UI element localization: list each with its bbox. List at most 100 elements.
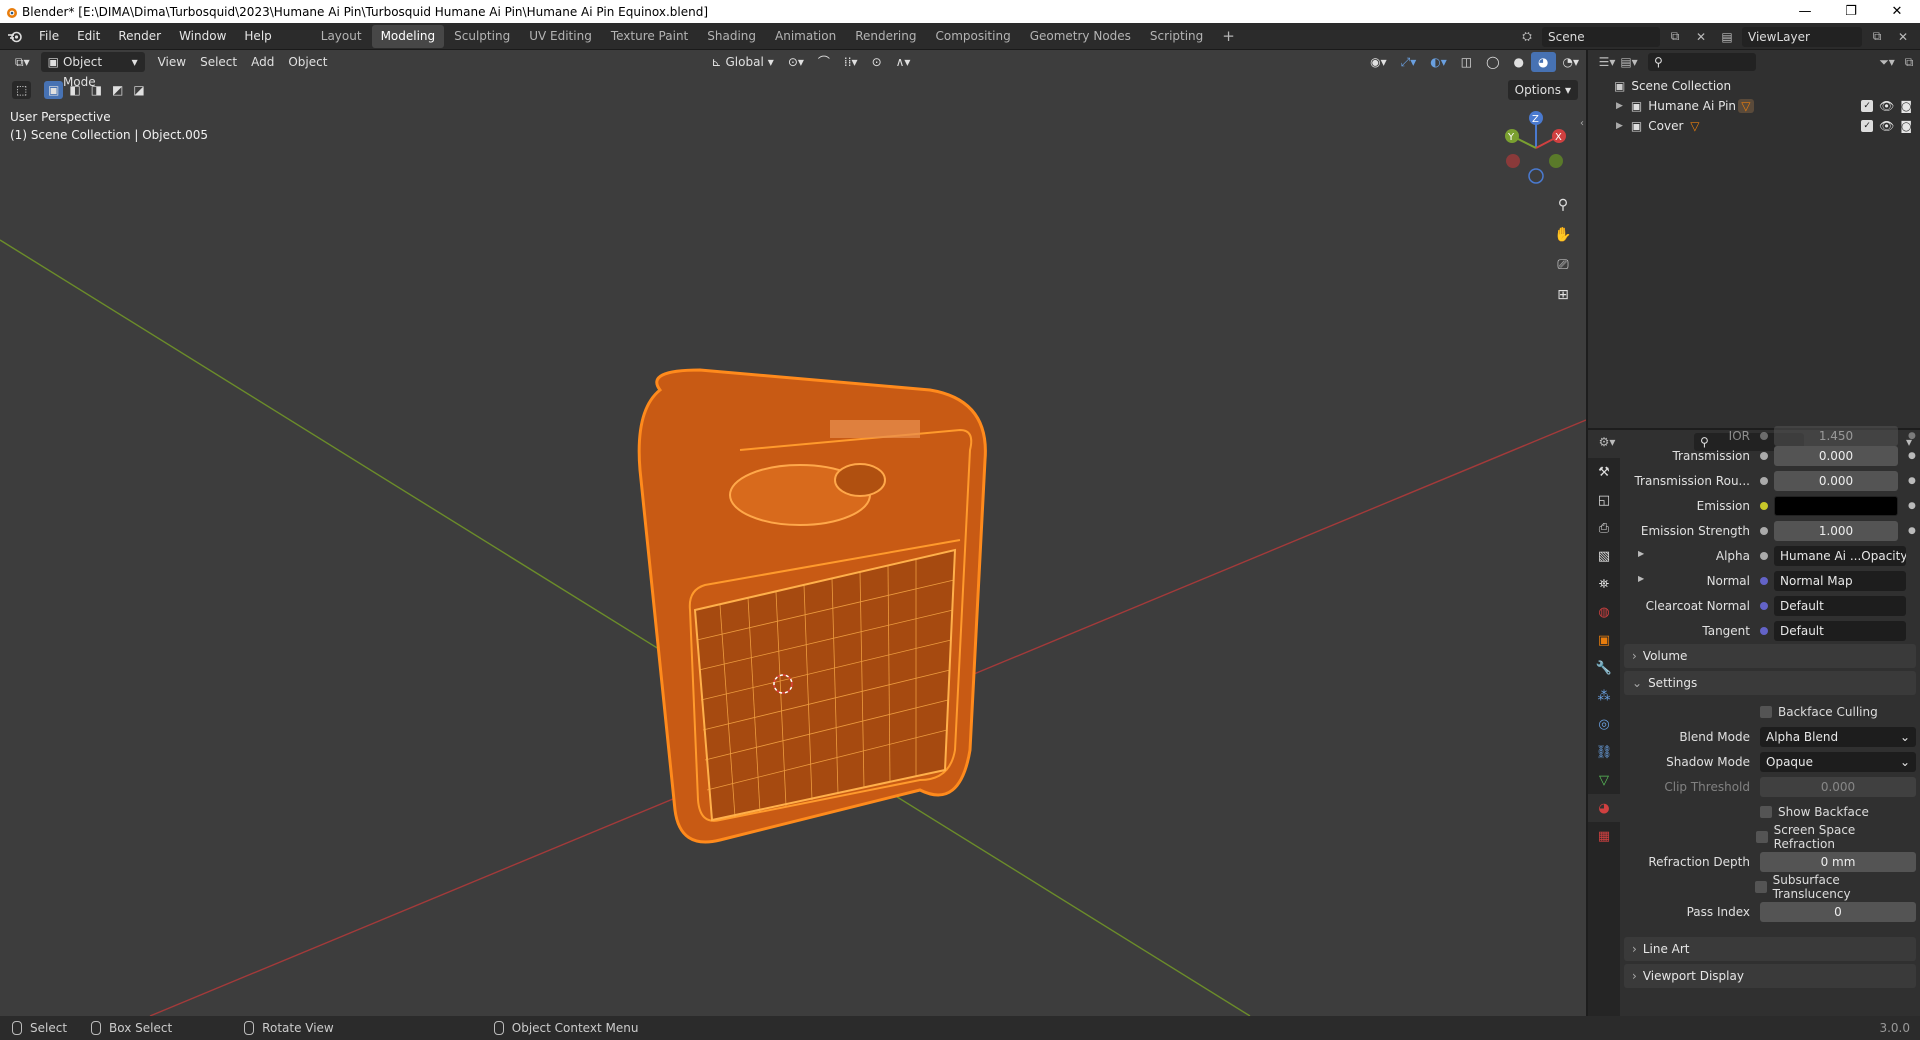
keyframe-dot-icon[interactable]: ● xyxy=(1908,476,1916,486)
modifier-tab-icon[interactable]: 🔧 xyxy=(1588,654,1620,682)
clip-threshold-field[interactable]: 0.000 xyxy=(1760,777,1916,797)
scene-tab-icon[interactable]: ⛯ xyxy=(1588,570,1620,598)
tangent-field[interactable]: Default xyxy=(1774,621,1906,641)
navigation-gizmo[interactable]: Z Y X xyxy=(1496,108,1576,188)
menu-edit[interactable]: Edit xyxy=(68,23,109,50)
normal-link-field[interactable]: Normal Map xyxy=(1774,571,1906,591)
world-tab-icon[interactable]: ◍ xyxy=(1588,598,1620,626)
particles-tab-icon[interactable]: ⁂ xyxy=(1588,682,1620,710)
camera-render-icon[interactable]: ◙ xyxy=(1900,99,1912,113)
options-dropdown[interactable]: Options ▾ xyxy=(1507,80,1578,100)
tab-compositing[interactable]: Compositing xyxy=(926,25,1019,48)
falloff-icon[interactable]: ∧▾ xyxy=(889,52,918,72)
physics-tab-icon[interactable]: ◎ xyxy=(1588,710,1620,738)
blend-mode-dropdown[interactable]: Alpha Blend ⌄ xyxy=(1760,727,1916,747)
rendered-shading-icon[interactable]: ◔▾ xyxy=(1556,52,1587,72)
expand-icon[interactable]: ▶ xyxy=(1616,101,1623,111)
material-shading-icon[interactable]: ◕ xyxy=(1531,52,1556,72)
proportional-edit-icon[interactable]: ⊙ xyxy=(865,52,889,72)
tab-rendering[interactable]: Rendering xyxy=(846,25,925,48)
eye-icon[interactable]: 👁 xyxy=(1879,99,1894,113)
camera-render-icon[interactable]: ◙ xyxy=(1900,119,1912,133)
tab-shading[interactable]: Shading xyxy=(698,25,765,48)
keyframe-dot-icon[interactable]: ● xyxy=(1908,451,1916,461)
show-backface-row[interactable]: Show Backface xyxy=(1628,802,1916,822)
add-workspace-button[interactable]: + xyxy=(1213,25,1244,48)
pivot-icon[interactable]: ⊙▾ xyxy=(781,52,811,72)
outliner-item[interactable]: ▶ ▣ Humane Ai Pin ▽ ✓ 👁 ◙ xyxy=(1588,96,1920,116)
overlay-toggle-icon[interactable]: ◐▾ xyxy=(1423,52,1454,72)
delete-view-layer-icon[interactable]: ✕ xyxy=(1892,27,1914,47)
xray-icon[interactable]: ◫ xyxy=(1454,52,1479,72)
select-intersect-icon[interactable]: ◪ xyxy=(129,81,148,99)
select-tool-icon[interactable]: ⬚ xyxy=(12,81,32,99)
ortho-toggle-icon[interactable]: ⊞ xyxy=(1550,282,1576,308)
editor-type-icon[interactable]: ⧉▾ xyxy=(8,52,37,72)
subsurface-row[interactable]: Subsurface Translucency xyxy=(1628,873,1916,901)
outliner-search-input[interactable]: ⚲ xyxy=(1648,53,1756,71)
display-mode-icon[interactable]: ▤▾ xyxy=(1618,52,1640,72)
output-tab-icon[interactable]: ⎙ xyxy=(1588,514,1620,542)
pan-hand-icon[interactable]: ✋ xyxy=(1550,222,1576,248)
properties-editor-type-icon[interactable]: ⚙▾ xyxy=(1596,432,1618,452)
ssr-checkbox[interactable] xyxy=(1756,831,1768,843)
zoom-icon[interactable]: ⚲ xyxy=(1550,192,1576,218)
object-tab-icon[interactable]: ▣ xyxy=(1588,626,1620,654)
line-art-panel-header[interactable]: › Line Art xyxy=(1624,937,1916,961)
select-invert-icon[interactable]: ◩ xyxy=(108,81,127,99)
view-layer-field[interactable]: ViewLayer xyxy=(1742,26,1862,47)
menu-file[interactable]: File xyxy=(30,23,68,50)
menu-render[interactable]: Render xyxy=(109,23,170,50)
view-layer-tab-icon[interactable]: ▧ xyxy=(1588,542,1620,570)
backface-culling-checkbox[interactable] xyxy=(1760,706,1772,718)
tab-animation[interactable]: Animation xyxy=(766,25,845,48)
view-layer-icon[interactable]: ▤ xyxy=(1716,27,1738,47)
emission-color-swatch[interactable] xyxy=(1774,496,1898,516)
keyframe-dot-icon[interactable]: ● xyxy=(1908,431,1916,441)
outliner-editor-type-icon[interactable]: ☰▾ xyxy=(1596,52,1618,72)
menu-object[interactable]: Object xyxy=(281,52,334,72)
viewport-display-panel-header[interactable]: › Viewport Display xyxy=(1624,964,1916,988)
copy-scene-icon[interactable]: ⧉ xyxy=(1664,27,1686,47)
emission-strength-field[interactable]: 1.000 xyxy=(1774,521,1898,541)
expand-icon[interactable]: ▶ xyxy=(1638,574,1644,588)
solid-shading-icon[interactable]: ● xyxy=(1507,52,1531,72)
mode-selector[interactable]: ▣ Object Mode ▾ xyxy=(40,52,145,89)
constraints-tab-icon[interactable]: ⛓ xyxy=(1588,738,1620,766)
data-tab-icon[interactable]: ▽ xyxy=(1588,766,1620,794)
expand-icon[interactable]: ▶ xyxy=(1638,549,1644,563)
subsurface-checkbox[interactable] xyxy=(1755,881,1767,893)
expand-icon[interactable]: ▶ xyxy=(1616,121,1623,131)
snap-target-icon[interactable]: ⁞⁞▾ xyxy=(837,52,865,72)
visibility-icon[interactable]: ◉▾ xyxy=(1363,52,1394,72)
copy-view-layer-icon[interactable]: ⧉ xyxy=(1866,27,1888,47)
ior-field[interactable]: 1.450 xyxy=(1774,426,1898,446)
tab-geometry-nodes[interactable]: Geometry Nodes xyxy=(1021,25,1140,48)
exclude-checkbox[interactable]: ✓ xyxy=(1861,100,1874,112)
transform-orientation-dropdown[interactable]: ⊾ Global ▾ xyxy=(704,52,780,72)
blender-menu-icon[interactable] xyxy=(0,29,30,43)
menu-select[interactable]: Select xyxy=(193,52,244,72)
backface-culling-row[interactable]: Backface Culling xyxy=(1628,702,1916,722)
alpha-link-field[interactable]: Humane Ai ...Opacity.png xyxy=(1774,546,1906,566)
tab-scripting[interactable]: Scripting xyxy=(1141,25,1212,48)
new-collection-icon[interactable]: ⧉ xyxy=(1898,52,1920,72)
menu-help[interactable]: Help xyxy=(235,23,280,50)
keyframe-dot-icon[interactable]: ● xyxy=(1908,501,1916,511)
settings-panel-header[interactable]: ⌄ Settings xyxy=(1624,671,1916,695)
keyframe-dot-icon[interactable]: ● xyxy=(1908,526,1916,536)
minimize-button[interactable]: — xyxy=(1782,0,1828,23)
select-new-icon[interactable]: ▣ xyxy=(44,81,64,99)
select-subtract-icon[interactable]: ◨ xyxy=(87,81,106,99)
refraction-depth-field[interactable]: 0 mm xyxy=(1760,852,1916,872)
transmission-roughness-field[interactable]: 0.000 xyxy=(1774,471,1898,491)
tool-tab-icon[interactable]: ⚒ xyxy=(1588,458,1620,486)
clearcoat-normal-field[interactable]: Default xyxy=(1774,596,1906,616)
tab-texture-paint[interactable]: Texture Paint xyxy=(602,25,697,48)
tab-layout[interactable]: Layout xyxy=(312,25,371,48)
material-tab-icon[interactable]: ◕ xyxy=(1588,794,1620,822)
menu-window[interactable]: Window xyxy=(170,23,235,50)
delete-scene-icon[interactable]: ✕ xyxy=(1690,27,1712,47)
snap-icon[interactable]: ⌒ xyxy=(811,52,837,72)
select-extend-icon[interactable]: ◧ xyxy=(65,81,84,99)
